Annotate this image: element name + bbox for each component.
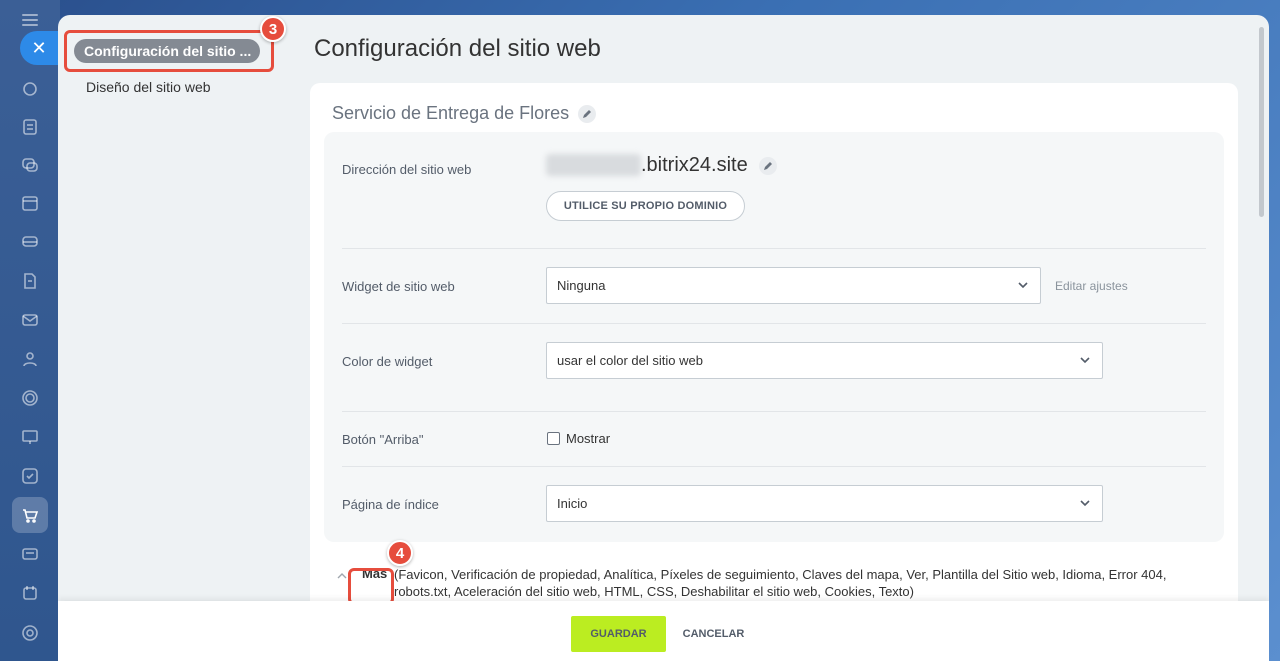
settings-icon[interactable] [19,622,41,644]
domain-prefix-blurred [546,154,641,176]
domain-value: .bitrix24.site [641,154,778,177]
index-page-label: Página de índice [342,497,439,512]
widget-color-select[interactable]: usar el color del sitio web [546,342,1103,379]
domain-suffix: .bitrix24.site [641,154,748,176]
chevron-up-icon [337,573,347,579]
step-badge-3: 3 [260,16,286,42]
site-name: Servicio de Entrega de Flores [332,103,570,123]
use-own-domain-button[interactable]: UTILICE SU PROPIO DOMINIO [546,191,745,221]
divider [342,323,1206,324]
tasks-icon[interactable] [19,116,41,138]
menu-icon[interactable] [22,14,38,26]
edit-widget-settings-link[interactable]: Editar ajustes [1055,279,1128,293]
step-highlight-4 [348,568,394,605]
widget-select-value: Ninguna [557,278,606,293]
settings-card: Servicio de Entrega de Flores Dirección … [310,83,1238,661]
widget-color-value: usar el color del sitio web [557,353,703,368]
step-highlight-3 [64,30,274,72]
nav-item-site-design[interactable]: Diseño del sitio web [86,79,211,95]
docs-icon[interactable] [19,270,41,292]
automation-icon[interactable] [19,582,41,604]
mail-icon[interactable] [19,309,41,331]
scrollbar[interactable] [1259,27,1264,217]
contact-center-icon[interactable] [19,543,41,565]
sites-icon[interactable] [19,426,41,448]
footer-bar: GUARDAR CANCELAR [58,601,1269,661]
address-label: Dirección del sitio web [342,162,472,177]
show-top-button-checkbox[interactable] [547,432,560,445]
index-page-select[interactable]: Inicio [546,485,1103,522]
more-settings-list: (Favicon, Verificación de propiedad, Ana… [394,567,1167,599]
top-button-label: Botón "Arriba" [342,432,424,447]
settings-form: Dirección del sitio web .bitrix24.site U… [324,132,1224,542]
settings-nav: Configuración del sitio ... 3 Diseño del… [58,15,298,661]
close-icon[interactable]: ✕ [20,31,58,65]
edit-domain-icon[interactable] [759,156,778,175]
left-rail [0,0,60,661]
edit-pencil-icon[interactable] [578,105,597,124]
step-badge-4: 4 [387,540,413,566]
index-page-value: Inicio [557,496,588,511]
calendar-icon[interactable] [19,192,41,214]
settings-panel: Configuración del sitio ... 3 Diseño del… [58,15,1269,661]
feed-icon[interactable] [19,78,41,100]
crm-icon[interactable] [19,387,41,409]
divider [342,411,1206,412]
show-top-button-label[interactable]: Mostrar [566,431,610,446]
contacts-icon[interactable] [19,348,41,370]
shop-icon[interactable] [12,497,48,533]
chevron-down-icon [1080,357,1090,364]
chevron-down-icon [1018,282,1028,289]
widget-color-label: Color de widget [342,354,433,369]
checklist-icon[interactable] [19,465,41,487]
chevron-down-icon [1080,500,1090,507]
divider [342,466,1206,467]
site-name-heading: Servicio de Entrega de Flores [332,103,597,124]
page-title: Configuración del sitio web [314,35,601,62]
drive-icon[interactable] [19,230,41,252]
divider [342,248,1206,249]
widget-label: Widget de sitio web [342,279,455,294]
cancel-button[interactable]: CANCELAR [676,616,751,652]
save-button[interactable]: GUARDAR [571,616,666,652]
chat-icon[interactable] [19,154,41,176]
widget-select[interactable]: Ninguna [546,267,1041,304]
